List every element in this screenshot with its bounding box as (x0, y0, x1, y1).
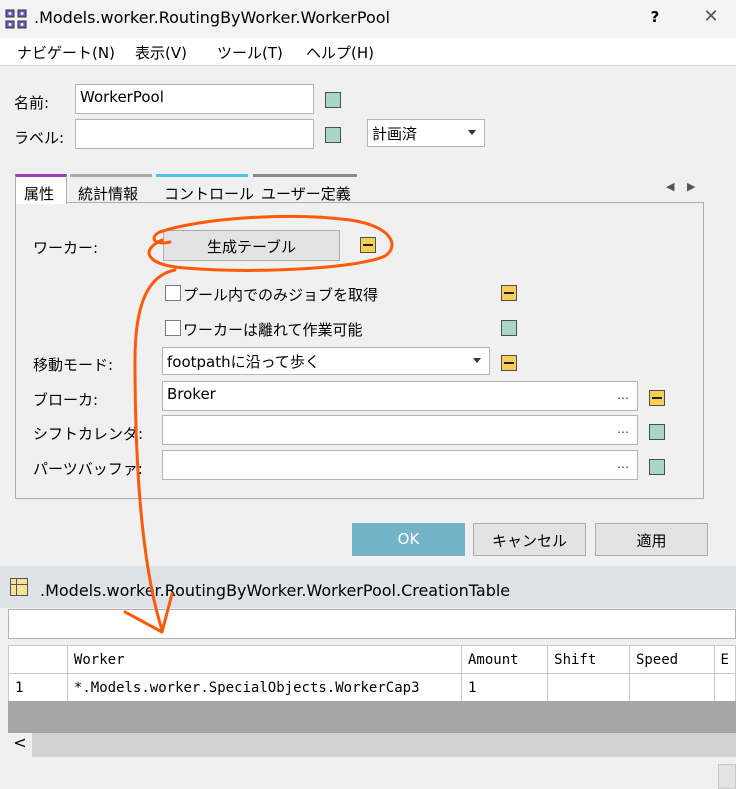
tab-controls[interactable]: コントロール (156, 174, 254, 203)
broker-label: ブローカ: (33, 391, 99, 409)
scroll-left-button[interactable]: < (8, 733, 32, 757)
column-header-amount[interactable]: Amount (460, 645, 549, 674)
menu-item-view[interactable]: 表示(V) (135, 42, 187, 63)
worker-inherit-indicator[interactable] (360, 237, 376, 253)
pool-only-inherit-indicator[interactable] (501, 285, 517, 301)
help-button[interactable]: ? (644, 8, 666, 30)
plan-status-value: 計画済 (372, 125, 418, 143)
shift-calendar-label: シフトカレンダ: (33, 425, 144, 443)
checkbox-remote-work[interactable] (165, 320, 181, 336)
remote-work-inherit-indicator[interactable] (501, 320, 517, 336)
chevron-down-icon (473, 358, 481, 363)
broker-browse-button[interactable]: … (617, 388, 629, 402)
menu-item-help[interactable]: ヘルプ(H) (306, 42, 374, 63)
menu-item-tools[interactable]: ツール(T) (217, 42, 283, 63)
shift-calendar-browse-button[interactable]: … (617, 422, 629, 436)
creation-table-title: .Models.worker.RoutingByWorker.WorkerPoo… (40, 581, 511, 600)
parts-buffer-input[interactable]: … (162, 450, 638, 480)
menu-item-navigate[interactable]: ナビゲート(N) (17, 42, 115, 63)
checkbox-pool-only-label: プール内でのみジョブを取得 (183, 286, 379, 304)
apply-button[interactable]: 適用 (595, 523, 708, 556)
cell-e[interactable] (713, 673, 736, 702)
creation-table-button[interactable]: 生成テーブル (163, 230, 340, 261)
broker-input[interactable]: Broker … (162, 381, 638, 411)
dialog-title: .Models.worker.RoutingByWorker.WorkerPoo… (34, 8, 390, 27)
broker-value: Broker (167, 385, 216, 403)
status-bar (0, 757, 736, 789)
table-row: 1 *.Models.worker.SpecialObjects.WorkerC… (8, 673, 736, 702)
close-icon[interactable]: ✕ (700, 6, 722, 30)
formula-input[interactable] (8, 609, 736, 639)
creation-table-grid: Worker Amount Shift Speed E 1 *.Models.w… (8, 645, 736, 702)
horizontal-scrollbar[interactable] (8, 733, 736, 757)
name-input[interactable]: WorkerPool (75, 84, 314, 114)
column-header-speed[interactable]: Speed (628, 645, 715, 674)
column-header-shift[interactable]: Shift (547, 645, 630, 674)
move-mode-label: 移動モード: (33, 356, 114, 374)
worker-label: ワーカー: (33, 239, 99, 257)
checkbox-remote-work-label: ワーカーは離れて作業可能 (183, 321, 363, 339)
parts-buffer-browse-button[interactable]: … (617, 457, 629, 471)
label-inherit-indicator[interactable] (325, 127, 341, 143)
cell-amount[interactable]: 1 (460, 673, 549, 702)
move-mode-select[interactable]: footpathに沿って歩く (162, 347, 490, 375)
plan-status-select[interactable]: 計画済 (367, 119, 485, 147)
cell-worker[interactable]: *.Models.worker.SpecialObjects.WorkerCap… (66, 673, 463, 702)
checkbox-pool-only[interactable] (165, 285, 181, 301)
label-input[interactable] (75, 119, 314, 149)
parts-buffer-inherit-indicator[interactable] (649, 459, 665, 475)
chevron-down-icon (468, 130, 476, 135)
tab-attributes[interactable]: 属性 (15, 174, 67, 204)
resize-grip[interactable] (718, 764, 736, 789)
shift-calendar-input[interactable]: … (162, 415, 638, 445)
cell-speed[interactable] (628, 673, 715, 702)
tab-scroll-right-icon[interactable]: ▶ (687, 180, 695, 193)
table-icon (10, 578, 28, 596)
parts-buffer-label: パーツバッファ: (33, 460, 143, 478)
table-header-row: Worker Amount Shift Speed E (8, 645, 736, 674)
move-mode-inherit-indicator[interactable] (501, 355, 517, 371)
cell-shift[interactable] (547, 673, 630, 702)
tab-scroll-left-icon[interactable]: ◀ (666, 180, 674, 193)
name-inherit-indicator[interactable] (325, 92, 341, 108)
move-mode-value: footpathに沿って歩く (167, 353, 320, 371)
row-index[interactable]: 1 (8, 673, 68, 702)
name-label: 名前: (14, 94, 50, 112)
label-label: ラベル: (14, 129, 65, 147)
broker-inherit-indicator[interactable] (649, 390, 665, 406)
cancel-button[interactable]: キャンセル (473, 523, 586, 556)
shift-calendar-inherit-indicator[interactable] (649, 424, 665, 440)
column-header-e[interactable]: E (713, 645, 736, 674)
tab-statistics[interactable]: 統計情報 (70, 174, 152, 203)
ok-button[interactable]: OK (352, 523, 465, 556)
grid-empty-area (8, 701, 736, 733)
tab-user-defined[interactable]: ユーザー定義 (253, 174, 357, 203)
object-app-icon (5, 9, 27, 29)
corner-cell[interactable] (8, 645, 68, 674)
column-header-worker[interactable]: Worker (66, 645, 463, 674)
